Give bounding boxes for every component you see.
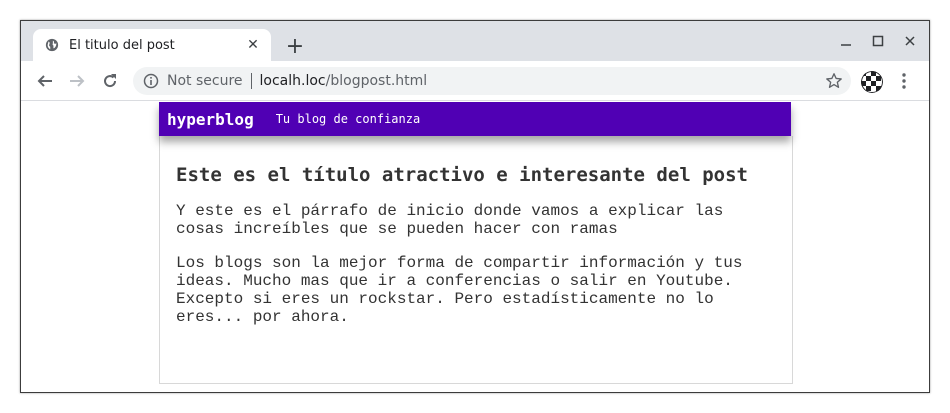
url-path: /blogpost.html xyxy=(325,73,428,89)
blog-brand[interactable]: hyperblog xyxy=(167,110,254,129)
tab-strip: El titulo del post ✕ + xyxy=(21,21,929,61)
forward-arrow-icon[interactable] xyxy=(63,67,91,95)
address-bar[interactable]: Not secure localh.loc/blogpost.html xyxy=(133,67,851,95)
url-text[interactable]: localh.loc/blogpost.html xyxy=(260,73,428,89)
avatar[interactable] xyxy=(861,71,883,93)
star-icon[interactable] xyxy=(825,72,843,90)
post-title: Este es el título atractivo e interesant… xyxy=(176,164,748,186)
maximize-icon[interactable] xyxy=(866,31,890,51)
security-label: Not secure xyxy=(167,73,252,89)
new-tab-button[interactable]: + xyxy=(283,35,307,59)
reload-icon[interactable] xyxy=(96,67,124,95)
post-body: Los blogs son la mejor forma de comparti… xyxy=(176,254,743,326)
blog-tagline: Tu blog de confianza xyxy=(275,112,421,126)
toolbar: Not secure localh.loc/blogpost.html xyxy=(21,61,929,101)
kebab-menu-icon[interactable] xyxy=(894,71,914,91)
post-intro: Y este es el párrafo de inicio donde vam… xyxy=(176,202,724,238)
blog-header: hyperblog Tu blog de confianza xyxy=(159,102,791,136)
globe-icon xyxy=(45,38,59,52)
blog-post: Este es el título atractivo e interesant… xyxy=(159,136,793,384)
window-close-icon[interactable] xyxy=(898,31,922,51)
close-icon[interactable]: ✕ xyxy=(243,35,263,55)
info-icon[interactable] xyxy=(143,73,159,89)
page-viewport: hyperblog Tu blog de confianza Este es e… xyxy=(21,102,929,392)
url-host: localh.loc xyxy=(259,73,326,89)
back-arrow-icon[interactable] xyxy=(31,67,59,95)
minimize-icon[interactable] xyxy=(834,31,858,51)
tab-title: El titulo del post xyxy=(69,37,175,53)
tab-active[interactable]: El titulo del post ✕ xyxy=(33,29,271,61)
browser-window: El titulo del post ✕ + Not secure localh… xyxy=(20,20,930,393)
